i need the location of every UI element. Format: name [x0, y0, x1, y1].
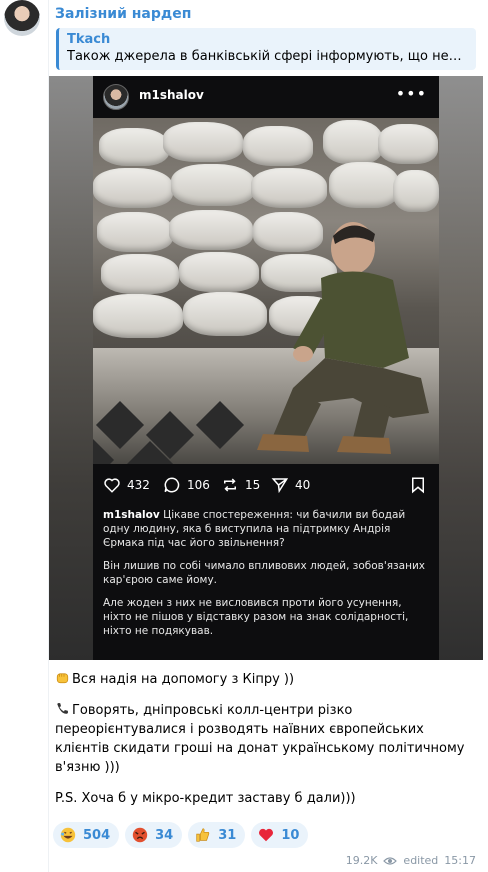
reactions-bar: 504 34 31 10: [53, 822, 309, 848]
edited-label: edited: [403, 854, 439, 867]
eye-icon: [383, 856, 398, 865]
message-line: Вся надія на допомогу з Кіпру )): [72, 672, 295, 687]
send-icon: [271, 478, 289, 494]
rolling-laughing-icon: [60, 827, 76, 843]
repost-icon: [224, 478, 236, 492]
message-time: 15:17: [444, 854, 476, 867]
ig-reposts-count: 15: [245, 478, 261, 492]
message-meta: 19.2K edited 15:17: [346, 854, 476, 867]
man-figure: [257, 222, 429, 454]
ig-share: 40: [271, 476, 310, 494]
reaction-rolling-laughing[interactable]: 504: [53, 822, 120, 848]
media-blur-right: [439, 76, 483, 660]
ig-avatar: [103, 84, 129, 110]
ig-header: m1shalov •••: [93, 76, 439, 118]
reaction-count: 31: [218, 827, 237, 843]
media-blur-left: [49, 76, 93, 660]
ig-comment: 106: [163, 476, 210, 494]
raised-fist-icon: [56, 673, 69, 684]
red-heart-icon: [259, 828, 274, 842]
message-line: P.S. Хоча б у мікро-кредит заставу б дал…: [55, 791, 356, 806]
ig-caption-line: Але жоден з них не висловився проти його…: [103, 597, 409, 637]
message-bubble: Залізний нардеп Tkach Також джерела в ба…: [48, 0, 484, 872]
ig-likes-count: 432: [127, 478, 150, 492]
reaction-red-heart[interactable]: 10: [251, 822, 309, 848]
message-line: Говорять, дніпровські колл-центри різко …: [55, 703, 465, 775]
reply-quote[interactable]: Tkach Також джерела в банківській сфері …: [56, 28, 476, 70]
reaction-count: 10: [281, 827, 300, 843]
ig-actions-bar: 432 106 15 40: [93, 472, 439, 500]
sender-name[interactable]: Залізний нардеп: [55, 6, 191, 22]
ig-caption-line: Він лишив по собі чимало впливових людей…: [103, 560, 425, 586]
ig-repost: 15: [221, 476, 260, 494]
reaction-count: 504: [83, 827, 111, 843]
ig-caption: m1shalov Цікаве спостереження: чи бачили…: [103, 508, 433, 647]
reaction-angry-face[interactable]: 34: [125, 822, 183, 848]
views-count: 19.2K: [345, 854, 378, 867]
thumbs-up-icon: [196, 828, 210, 842]
instagram-screenshot: m1shalov ••• 432 106 15 40 m1shalov Ціка…: [93, 76, 439, 660]
media-image[interactable]: m1shalov ••• 432 106 15 40 m1shalov Ціка…: [49, 76, 483, 660]
post-photo: [93, 118, 439, 464]
reaction-thumbs-up[interactable]: 31: [188, 822, 246, 848]
angry-face-icon: [132, 827, 148, 843]
ig-like: 432: [103, 476, 150, 494]
ig-shares-count: 40: [295, 478, 311, 492]
channel-avatar[interactable]: [4, 0, 40, 36]
ig-save: [409, 476, 427, 494]
comment-icon: [164, 477, 180, 493]
message-text: Вся надія на допомогу з Кіпру )) Говорят…: [55, 670, 479, 820]
bookmark-icon: [412, 477, 424, 494]
telephone-receiver-icon: [57, 703, 68, 714]
reaction-count: 34: [155, 827, 174, 843]
heart-icon: [104, 478, 120, 493]
ig-comments-count: 106: [187, 478, 210, 492]
reply-text: Також джерела в банківській сфері інформ…: [67, 49, 468, 64]
more-icon: •••: [395, 84, 427, 103]
reply-author: Tkach: [67, 32, 111, 47]
ig-username: m1shalov: [139, 88, 204, 102]
ig-caption-user: m1shalov: [103, 509, 160, 521]
